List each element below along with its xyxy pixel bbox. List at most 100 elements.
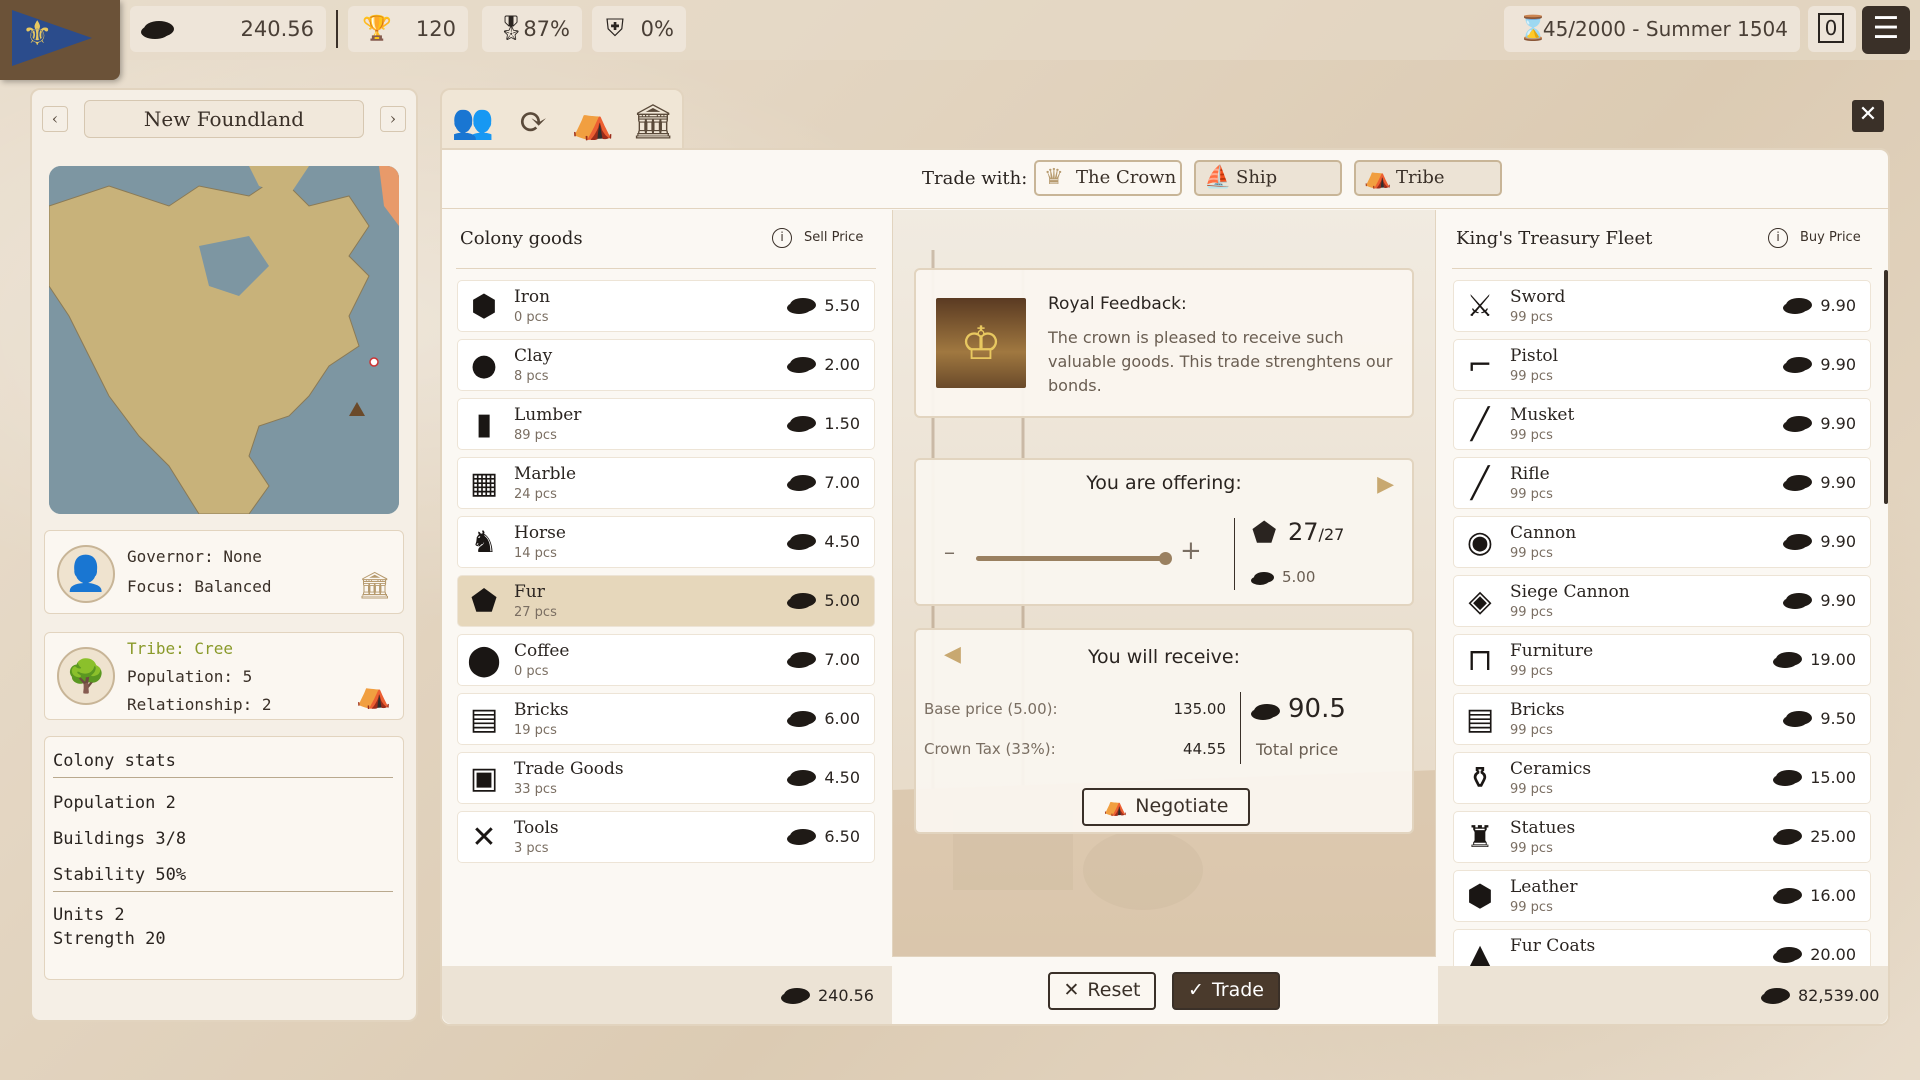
coins-icon: [1786, 534, 1813, 548]
action-bar: [892, 956, 1436, 1024]
ceramics-icon: ⚱: [1467, 761, 1493, 796]
item-name: Ceramics: [1510, 759, 1592, 779]
item-quantity: 99 pcs: [1510, 605, 1553, 620]
item-price: 9.90: [1786, 532, 1856, 551]
item-name: Siege Cannon: [1510, 582, 1630, 602]
item-quantity: 99 pcs: [1510, 487, 1553, 502]
coins-icon: [1786, 711, 1813, 725]
statues-icon: ♜: [1466, 820, 1494, 855]
item-price: 9.90: [1786, 414, 1856, 433]
item-price: 15.00: [1776, 768, 1856, 787]
total-price-label: Total price: [1256, 740, 1339, 759]
fur-coats-icon: ▲: [1468, 938, 1492, 966]
coins-icon: [1764, 988, 1790, 1002]
scrollbar[interactable]: [1884, 270, 1888, 504]
item-quantity: 99 pcs: [1510, 369, 1553, 384]
list-item[interactable]: ▲ Fur Coats 20.00: [1453, 929, 1871, 966]
list-item[interactable]: ▤ Bricks 99 pcs 9.50: [1453, 693, 1871, 745]
negotiate-button[interactable]: ⛺ Negotiate: [1082, 788, 1250, 826]
coins-icon: [1254, 704, 1280, 718]
list-item[interactable]: ⌐ Pistol 99 pcs 9.90: [1453, 339, 1871, 391]
coins-icon: [1776, 652, 1803, 666]
item-name: Statues: [1510, 818, 1576, 838]
item-name: Bricks: [1510, 700, 1565, 720]
item-name: Rifle: [1510, 464, 1550, 484]
receive-title: You will receive:: [1087, 646, 1241, 668]
tent-icon: ⛺: [1103, 795, 1128, 817]
cannon-icon: ◉: [1466, 525, 1494, 560]
list-item[interactable]: ◉ Cannon 99 pcs 9.90: [1453, 516, 1871, 568]
item-quantity: 99 pcs: [1510, 310, 1553, 325]
list-item[interactable]: ⊓ Furniture 99 pcs 19.00: [1453, 634, 1871, 686]
item-price: 19.00: [1776, 650, 1856, 669]
crown-tax-label: Crown Tax (33%):: [924, 740, 1056, 758]
feedback-text: The crown is pleased to receive such val…: [1048, 328, 1393, 395]
item-quantity: 99 pcs: [1510, 782, 1553, 797]
item-price: 9.50: [1786, 709, 1856, 728]
item-name: Sword: [1510, 287, 1566, 307]
furniture-icon: ⊓: [1467, 643, 1493, 678]
base-price-label: Base price (5.00):: [924, 700, 1058, 718]
item-price: 9.90: [1786, 473, 1856, 492]
reset-button[interactable]: ✕ Reset: [1048, 972, 1156, 1010]
leather-icon: ⬢: [1466, 879, 1494, 914]
quantity-slider[interactable]: [976, 552, 1172, 565]
item-quantity: 99 pcs: [1510, 664, 1553, 679]
offering-box: You are offering: ▶ – + ⬟ 27/27 5.00: [914, 458, 1414, 606]
slider-handle[interactable]: [1159, 552, 1172, 565]
decrease-button[interactable]: –: [944, 540, 955, 565]
list-item[interactable]: ╱ Rifle 99 pcs 9.90: [1453, 457, 1871, 509]
item-quantity: 99 pcs: [1510, 723, 1553, 738]
offer-quantity: 27/27: [1288, 518, 1345, 546]
base-price-value: 135.00: [1173, 700, 1227, 718]
slider-fill: [976, 556, 1166, 561]
right-footer-total: 82,539.00: [1764, 986, 1879, 1005]
trade-button[interactable]: ✓ Trade: [1172, 972, 1280, 1010]
coins-icon: [1776, 770, 1803, 784]
coins-icon: [1786, 593, 1813, 607]
item-name: Furniture: [1510, 641, 1594, 661]
musket-icon: ╱: [1470, 407, 1490, 442]
check-icon: ✓: [1188, 979, 1204, 1001]
crown-tax-value: 44.55: [1183, 740, 1226, 758]
bricks-icon: ▤: [1465, 702, 1495, 737]
coins-icon: [1786, 298, 1813, 312]
list-item[interactable]: ◈ Siege Cannon 99 pcs 9.90: [1453, 575, 1871, 627]
item-quantity: 99 pcs: [1510, 428, 1553, 443]
coins-icon: [784, 988, 810, 1002]
feedback-title: Royal Feedback:: [1048, 294, 1187, 314]
pistol-icon: ⌐: [1467, 348, 1493, 383]
item-name: Pistol: [1510, 346, 1559, 366]
siege-cannon-icon: ◈: [1468, 584, 1492, 619]
sword-icon: ⚔: [1466, 289, 1494, 324]
item-quantity: 99 pcs: [1510, 546, 1553, 561]
list-item[interactable]: ⚱ Ceramics 99 pcs 15.00: [1453, 752, 1871, 804]
list-item[interactable]: ♜ Statues 99 pcs 25.00: [1453, 811, 1871, 863]
item-name: Fur Coats: [1510, 936, 1596, 956]
increase-button[interactable]: +: [1180, 536, 1202, 566]
divider: [1234, 518, 1235, 590]
receive-box: ◀ You will receive: Base price (5.00): 1…: [914, 628, 1414, 834]
item-quantity: 99 pcs: [1510, 900, 1553, 915]
item-name: Cannon: [1510, 523, 1577, 543]
item-quantity: 99 pcs: [1510, 841, 1553, 856]
fur-icon: ⬟: [1252, 516, 1277, 549]
play-arrow-icon[interactable]: ▶: [1377, 472, 1394, 497]
item-price: 9.90: [1786, 355, 1856, 374]
list-item[interactable]: ⚔ Sword 99 pcs 9.90: [1453, 280, 1871, 332]
item-name: Leather: [1510, 877, 1578, 897]
item-price: 25.00: [1776, 827, 1856, 846]
coins-icon: [1786, 416, 1813, 430]
coins-icon: [1776, 947, 1803, 961]
item-price: 9.90: [1786, 591, 1856, 610]
list-item[interactable]: ╱ Musket 99 pcs 9.90: [1453, 398, 1871, 450]
item-price: 20.00: [1776, 945, 1856, 964]
item-price: 16.00: [1776, 886, 1856, 905]
rifle-icon: ╱: [1470, 466, 1490, 501]
king-portrait: ♔: [936, 298, 1026, 388]
coins-icon: [1776, 829, 1803, 843]
coins-icon: [1254, 572, 1274, 583]
list-item[interactable]: ⬢ Leather 99 pcs 16.00: [1453, 870, 1871, 922]
coins-icon: [1786, 357, 1813, 371]
offer-unit-price: 5.00: [1254, 568, 1315, 586]
